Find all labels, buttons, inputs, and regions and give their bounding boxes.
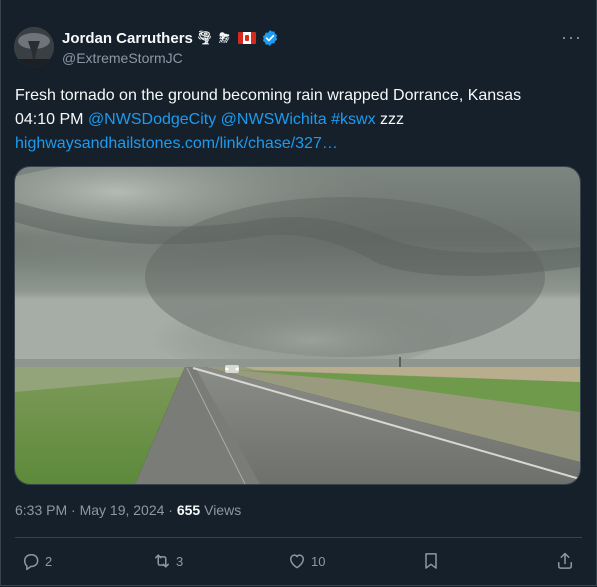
tweet-time-text: 04:10 PM [15,111,88,128]
like-count: 10 [311,553,326,569]
tweet-text-line-2: 04:10 PM @NWSDodgeCity @NWSWichita #kswx… [15,108,585,132]
share-button[interactable] [555,551,575,571]
reply-count: 2 [45,553,53,569]
tweet-timestamp[interactable]: 6:33 PM · May 19, 2024 · [15,502,177,518]
tweet-photo[interactable] [14,166,581,485]
author-avatar[interactable] [14,27,54,67]
storm-photo [15,167,580,484]
heart-icon [290,554,304,569]
share-icon [558,552,572,569]
avatar-image [14,27,54,67]
author-display-name[interactable]: Jordan Carruthers [62,30,193,47]
tornado-icon: 🌪 [196,30,213,45]
author-name-row[interactable]: Jordan Carruthers 🌪 ⛈ [62,29,279,47]
author-handle[interactable]: @ExtremeStormJC [62,50,183,66]
bookmark-button[interactable] [421,551,441,571]
repost-icon [155,554,169,568]
bookmark-icon [425,553,437,569]
hashtag-kswx[interactable]: #kswx [331,111,375,128]
mention-nwswichita[interactable]: @NWSWichita [221,111,327,128]
thunder-cloud-icon: ⛈ [219,30,230,45]
tweet-suffix-text: zzz [375,111,405,128]
tweet-text-line-1: Fresh tornado on the ground becoming rai… [15,87,522,104]
repost-button[interactable]: 3 [152,551,183,571]
like-button[interactable]: 10 [287,551,325,571]
actions-divider [15,537,582,538]
more-options-icon[interactable]: ··· [561,28,582,46]
verified-badge-icon[interactable] [261,29,279,47]
tweet-external-link[interactable]: highwaysandhailstones.com/link/chase/327… [15,132,585,156]
repost-count: 3 [176,553,184,569]
mention-nwsdodgecity[interactable]: @NWSDodgeCity [88,111,216,128]
tweet-meta: 6:33 PM · May 19, 2024 · 655 Views [15,502,241,518]
reply-icon [24,554,39,571]
reply-button[interactable]: 2 [21,551,52,571]
canada-flag-icon [237,32,256,44]
views-label: Views [200,502,242,518]
views-count: 655 [176,502,201,518]
tweet-text: Fresh tornado on the ground becoming rai… [15,84,585,156]
